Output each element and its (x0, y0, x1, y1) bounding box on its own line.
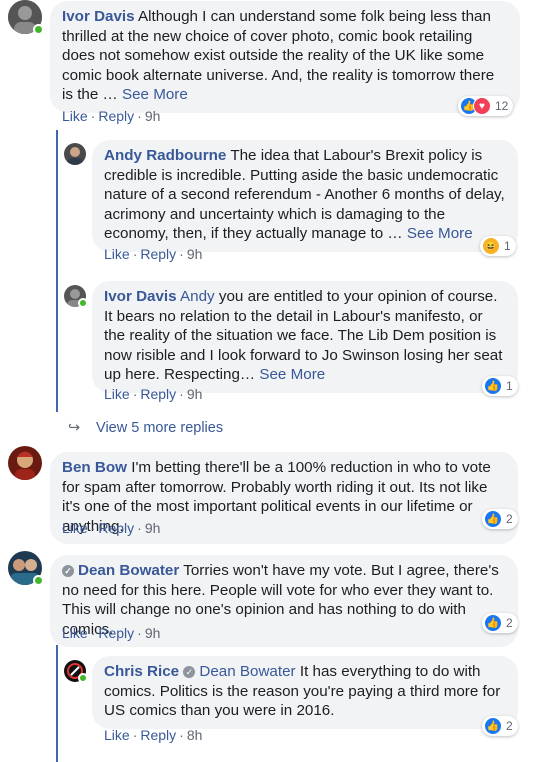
comment-bubble: Ivor Davis Andy you are entitled to your… (92, 281, 518, 393)
reaction-summary[interactable]: 👍 2 (482, 613, 518, 633)
comment-author[interactable]: ✓ Dean Bowater (62, 562, 179, 579)
like-icon: 👍 (484, 614, 502, 632)
comment-actions: Like · Reply · 9h (62, 625, 161, 641)
comment-actions: Like · Reply · 9h (62, 520, 161, 536)
avatar[interactable] (64, 143, 86, 165)
reply-button[interactable]: Reply (140, 727, 176, 743)
comment-author-name[interactable]: Dean Bowater (78, 562, 179, 579)
comment-author[interactable]: Ben Bow (62, 459, 127, 476)
reply-button[interactable]: Reply (98, 625, 134, 641)
reaction-summary[interactable]: 👍 2 (482, 509, 518, 529)
like-button[interactable]: Like (104, 246, 130, 262)
comment-bubble: Ivor Davis Although I can understand som… (50, 1, 520, 113)
reaction-count: 2 (506, 616, 513, 630)
reply-button[interactable]: Reply (140, 386, 176, 402)
reaction-count: 1 (504, 239, 511, 253)
reaction-summary[interactable]: 😆 1 (480, 236, 516, 256)
reaction-count: 12 (495, 99, 509, 113)
comment-actions: Like · Reply · 9h (104, 246, 203, 262)
comment-timestamp[interactable]: 9h (145, 108, 161, 124)
reply-thread-line (56, 645, 58, 762)
online-status-dot (33, 575, 44, 586)
reaction-summary[interactable]: 👍 ♥ 12 (458, 96, 514, 116)
comment-timestamp[interactable]: 9h (145, 520, 161, 536)
mention-name[interactable]: Dean Bowater (199, 663, 295, 680)
reply-button[interactable]: Reply (140, 246, 176, 262)
see-more-link[interactable]: See More (407, 225, 473, 242)
like-button[interactable]: Like (62, 625, 88, 641)
comment-author[interactable]: Ivor Davis (104, 288, 177, 305)
online-status-dot (33, 24, 44, 35)
comment-bubble: Andy Radbourne The idea that Labour's Br… (92, 140, 518, 252)
comment-actions: Like · Reply · 9h (62, 108, 161, 124)
mention-link[interactable]: Andy (180, 288, 215, 305)
haha-icon: 😆 (482, 237, 500, 255)
comment-actions: Like · Reply · 9h (104, 386, 203, 402)
like-icon: 👍 (484, 377, 502, 395)
comment-actions: Like · Reply · 8h (104, 727, 203, 743)
reply-arrow-icon: ↪ (68, 420, 81, 436)
top-fan-badge-icon: ✓ (62, 565, 74, 577)
love-icon: ♥ (473, 97, 491, 115)
see-more-link[interactable]: See More (122, 86, 188, 103)
view-more-replies-label: View 5 more replies (96, 420, 224, 436)
comment-timestamp[interactable]: 8h (187, 727, 203, 743)
like-icon: 👍 (484, 510, 502, 528)
reply-thread-line (56, 130, 58, 412)
view-more-replies-link[interactable]: ↪ View 5 more replies (68, 420, 223, 436)
comment-timestamp[interactable]: 9h (187, 246, 203, 262)
online-status-dot (78, 673, 88, 683)
reaction-count: 2 (506, 512, 513, 526)
comment-author[interactable]: Ivor Davis (62, 8, 135, 25)
like-icon: 👍 (484, 717, 502, 735)
reply-button[interactable]: Reply (98, 108, 134, 124)
avatar[interactable] (8, 446, 42, 480)
comment-bubble: Chris Rice ✓ Dean Bowater It has everythi… (92, 656, 518, 729)
top-fan-badge-icon: ✓ (183, 666, 196, 678)
mention-link[interactable]: ✓ Dean Bowater (183, 663, 296, 680)
comment-author[interactable]: Chris Rice (104, 663, 179, 680)
reaction-count: 2 (506, 719, 513, 733)
like-button[interactable]: Like (104, 386, 130, 402)
reaction-summary[interactable]: 👍 1 (482, 376, 518, 396)
reply-button[interactable]: Reply (98, 520, 134, 536)
like-button[interactable]: Like (62, 520, 88, 536)
online-status-dot (78, 298, 88, 308)
comment-timestamp[interactable]: 9h (187, 386, 203, 402)
like-button[interactable]: Like (62, 108, 88, 124)
see-more-link[interactable]: See More (259, 366, 325, 383)
like-button[interactable]: Like (104, 727, 130, 743)
comment-author[interactable]: Andy Radbourne (104, 147, 226, 164)
comment-timestamp[interactable]: 9h (145, 625, 161, 641)
reaction-summary[interactable]: 👍 2 (482, 716, 518, 736)
reaction-count: 1 (506, 379, 513, 393)
